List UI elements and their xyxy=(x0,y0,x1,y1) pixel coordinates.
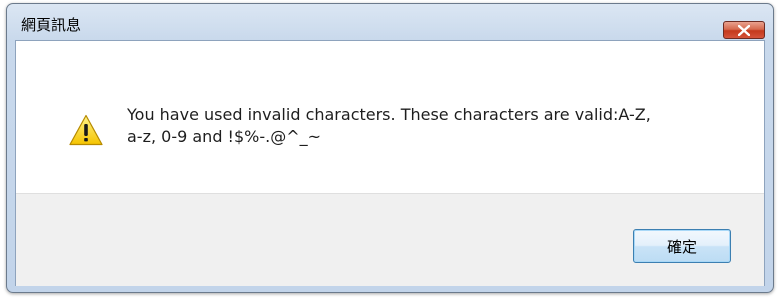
window-title: 網頁訊息 xyxy=(21,16,82,34)
button-bar: 確定 xyxy=(16,193,764,286)
close-icon xyxy=(738,25,750,36)
dialog-message: You have used invalid characters. These … xyxy=(127,105,651,146)
title-bar[interactable]: 網頁訊息 xyxy=(7,4,773,40)
dialog-body: You have used invalid characters. These … xyxy=(15,40,765,286)
close-button[interactable] xyxy=(723,21,765,39)
message-area: You have used invalid characters. These … xyxy=(16,41,764,193)
alert-dialog-window: 網頁訊息 You have used invalid characters. T… xyxy=(6,3,774,293)
ok-button[interactable]: 確定 xyxy=(633,229,731,263)
warning-icon xyxy=(69,114,103,146)
